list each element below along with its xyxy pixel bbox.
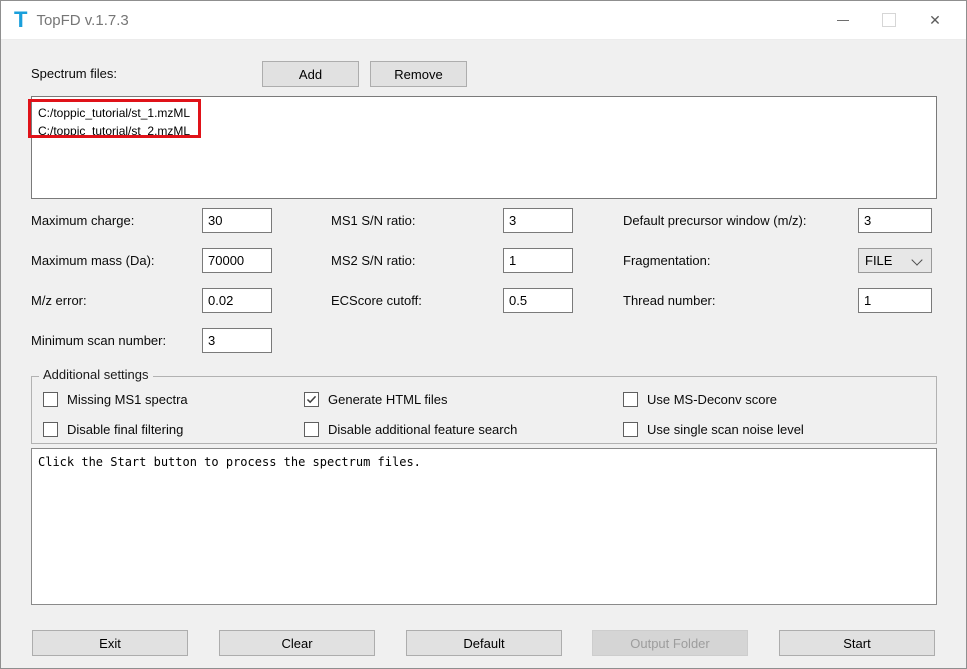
- ms2-sn-ratio-input[interactable]: [503, 248, 573, 273]
- maximum-mass-input[interactable]: [202, 248, 272, 273]
- output-folder-button: Output Folder: [592, 630, 748, 656]
- fragmentation-select[interactable]: FILE: [858, 248, 932, 273]
- chevron-down-icon: [911, 254, 922, 265]
- checkbox-disable-final-filtering[interactable]: Disable final filtering: [43, 421, 183, 438]
- status-log-text: Click the Start button to process the sp…: [38, 455, 930, 469]
- window-title: TopFD v.1.7.3: [36, 12, 128, 29]
- ecscore-cutoff-input[interactable]: [503, 288, 573, 313]
- mz-error-input[interactable]: [202, 288, 272, 313]
- thread-number-label: Thread number:: [623, 288, 716, 313]
- minimum-scan-number-label: Minimum scan number:: [31, 328, 166, 353]
- titlebar: T TopFD v.1.7.3 ✕: [1, 1, 966, 40]
- checkbox-box[interactable]: [304, 392, 319, 407]
- checkbox-box[interactable]: [43, 392, 58, 407]
- mz-error-label: M/z error:: [31, 288, 87, 313]
- spectrum-files-label: Spectrum files:: [31, 61, 117, 86]
- thread-number-input[interactable]: [858, 288, 932, 313]
- checkbox-label: Use single scan noise level: [647, 422, 804, 437]
- app-logo-icon: T: [14, 1, 27, 39]
- window-controls: ✕: [820, 1, 958, 39]
- maximum-charge-input[interactable]: [202, 208, 272, 233]
- checkbox-box[interactable]: [623, 392, 638, 407]
- maximize-icon: [882, 13, 896, 27]
- checkbox-use-single-scan-noise-level[interactable]: Use single scan noise level: [623, 421, 804, 438]
- additional-settings-title: Additional settings: [39, 367, 153, 382]
- ms1-sn-ratio-input[interactable]: [503, 208, 573, 233]
- checkbox-use-ms-deconv-score[interactable]: Use MS-Deconv score: [623, 391, 777, 408]
- add-button[interactable]: Add: [262, 61, 359, 87]
- ms1-sn-ratio-label: MS1 S/N ratio:: [331, 208, 416, 233]
- maximum-charge-label: Maximum charge:: [31, 208, 134, 233]
- checkbox-box[interactable]: [623, 422, 638, 437]
- fragmentation-selected-value: FILE: [865, 253, 892, 268]
- checkbox-label: Disable final filtering: [67, 422, 183, 437]
- default-button[interactable]: Default: [406, 630, 562, 656]
- precursor-window-input[interactable]: [858, 208, 932, 233]
- precursor-window-label: Default precursor window (m/z):: [623, 208, 807, 233]
- checkbox-missing-ms1-spectra[interactable]: Missing MS1 spectra: [43, 391, 188, 408]
- close-button[interactable]: ✕: [912, 1, 958, 39]
- file-list-item[interactable]: C:/toppic_tutorial/st_1.mzML: [38, 104, 936, 122]
- checkbox-box[interactable]: [304, 422, 319, 437]
- checkbox-label: Use MS-Deconv score: [647, 392, 777, 407]
- minimize-icon: [837, 20, 849, 21]
- maximum-mass-label: Maximum mass (Da):: [31, 248, 155, 273]
- app-window: T TopFD v.1.7.3 ✕ Spectrum files: Add Re…: [0, 0, 967, 669]
- spectrum-file-list[interactable]: C:/toppic_tutorial/st_1.mzML C:/toppic_t…: [31, 96, 937, 199]
- fragmentation-label: Fragmentation:: [623, 248, 710, 273]
- checkbox-generate-html-files[interactable]: Generate HTML files: [304, 391, 447, 408]
- ms2-sn-ratio-label: MS2 S/N ratio:: [331, 248, 416, 273]
- checkbox-disable-additional-feature-search[interactable]: Disable additional feature search: [304, 421, 517, 438]
- clear-button[interactable]: Clear: [219, 630, 375, 656]
- minimum-scan-number-input[interactable]: [202, 328, 272, 353]
- checkbox-label: Missing MS1 spectra: [67, 392, 188, 407]
- maximize-button[interactable]: [866, 1, 912, 39]
- remove-button[interactable]: Remove: [370, 61, 467, 87]
- status-log-box[interactable]: Click the Start button to process the sp…: [31, 448, 937, 605]
- checkbox-label: Generate HTML files: [328, 392, 447, 407]
- close-icon: ✕: [929, 13, 941, 27]
- checkbox-box[interactable]: [43, 422, 58, 437]
- checkmark-icon: [306, 395, 317, 404]
- minimize-button[interactable]: [820, 1, 866, 39]
- checkbox-label: Disable additional feature search: [328, 422, 517, 437]
- exit-button[interactable]: Exit: [32, 630, 188, 656]
- file-list-item[interactable]: C:/toppic_tutorial/st_2.mzML: [38, 122, 936, 140]
- ecscore-cutoff-label: ECScore cutoff:: [331, 288, 422, 313]
- start-button[interactable]: Start: [779, 630, 935, 656]
